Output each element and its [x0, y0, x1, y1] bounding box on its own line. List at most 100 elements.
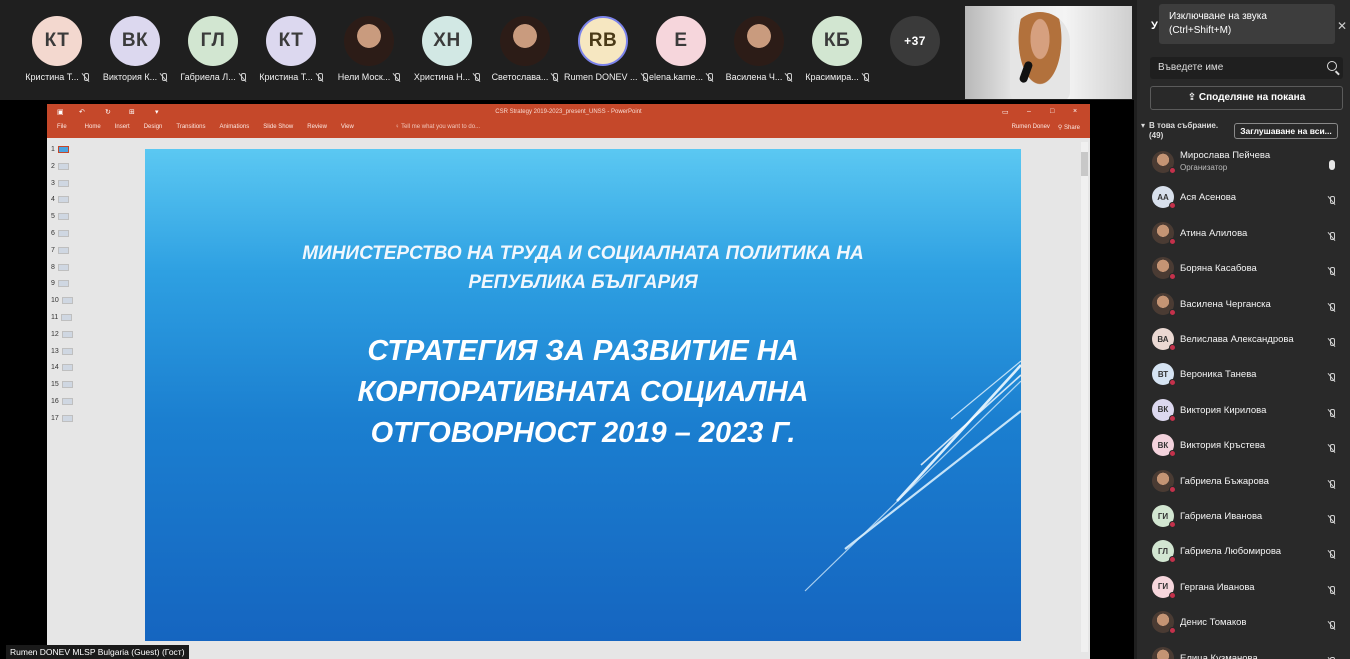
- mic-off-icon[interactable]: [1328, 231, 1335, 241]
- participant-row[interactable]: ВТ Вероника Танева: [1150, 358, 1343, 390]
- mic-off-icon[interactable]: [1328, 550, 1335, 559]
- mic-off-icon[interactable]: [1328, 267, 1335, 276]
- participant-tile[interactable]: КТ Кристина Т...: [18, 16, 96, 82]
- participant-tile[interactable]: RB Rumen DONEV ...: [564, 16, 651, 82]
- ribbon-tab[interactable]: File: [57, 124, 67, 130]
- ribbon-tab[interactable]: Slide Show: [263, 124, 293, 130]
- ribbon: ▣ ↶ ↻ ⊞ ▾ CSR Strategy 2019-2023_present…: [47, 104, 1090, 138]
- ribbon-tab[interactable]: Review: [307, 124, 327, 130]
- slide-thumbnail[interactable]: 3: [51, 179, 69, 187]
- mic-off-icon[interactable]: [1328, 302, 1335, 312]
- slide-thumbnail[interactable]: 9: [51, 280, 69, 288]
- slide-thumbnail[interactable]: 11: [51, 314, 73, 321]
- participant-row[interactable]: Денис Томаков: [1150, 606, 1343, 638]
- participant-search-input[interactable]: Въведете име: [1150, 57, 1343, 79]
- slide-thumbnail[interactable]: 10: [51, 297, 73, 305]
- participant-row[interactable]: ВК Виктория Кирилова: [1150, 394, 1343, 426]
- participant-tile[interactable]: КБ Красимира...: [798, 16, 876, 82]
- presenter-video[interactable]: [965, 6, 1132, 99]
- slide-thumbnail[interactable]: 8: [51, 263, 69, 271]
- account-name[interactable]: Rumen Donev: [1012, 124, 1050, 131]
- mic-off-icon[interactable]: [1328, 444, 1335, 453]
- mic-off-icon[interactable]: [1328, 585, 1335, 595]
- slide-thumbnail[interactable]: 4: [51, 196, 69, 204]
- maximize-icon[interactable]: □: [1050, 108, 1054, 115]
- vertical-scrollbar[interactable]: [1081, 142, 1088, 652]
- presence-badge: [1169, 167, 1176, 174]
- slide-thumbnail[interactable]: 14: [51, 364, 73, 372]
- ribbon-tab[interactable]: Animations: [220, 124, 250, 130]
- slide-number: 5: [51, 213, 55, 221]
- participant-strip: КТ Кристина Т... ВК Виктория К... ГЛ Габриела…: [0, 0, 960, 100]
- participant-name: Елица Кузманова: [1180, 652, 1258, 659]
- ribbon-tab[interactable]: View: [341, 124, 354, 130]
- ribbon-tab[interactable]: Insert: [115, 124, 130, 130]
- close-icon[interactable]: ×: [1073, 108, 1077, 115]
- avatar: [500, 16, 550, 66]
- share-invite-button[interactable]: ⇪ Споделяне на покана: [1150, 86, 1343, 110]
- mute-all-button[interactable]: Заглушаване на вси...: [1234, 123, 1338, 139]
- participant-row[interactable]: Габриела Бъжарова: [1150, 465, 1343, 497]
- slide-thumbnail[interactable]: 12: [51, 330, 73, 338]
- more-participants-tile[interactable]: +37: [876, 16, 954, 66]
- mic-off-icon[interactable]: [1328, 515, 1335, 524]
- participant-tile[interactable]: Светослава...: [486, 16, 564, 82]
- slide-thumbnail[interactable]: 7: [51, 246, 69, 254]
- mic-off-icon[interactable]: [1328, 196, 1335, 205]
- ribbon-display-icon[interactable]: ▭: [1002, 108, 1009, 116]
- participant-row[interactable]: ГЛ Габриела Любомирова: [1150, 535, 1343, 567]
- participant-tile[interactable]: ХН Христина Н...: [408, 16, 486, 82]
- slide-thumbnail[interactable]: 16: [51, 398, 73, 405]
- participant-row[interactable]: ГИ Гергана Иванова: [1150, 571, 1343, 603]
- slide-number: 12: [51, 330, 59, 338]
- tell-me-box[interactable]: ♀ Tell me what you want to do...: [395, 124, 480, 130]
- slide-thumbnail[interactable]: 1: [51, 146, 69, 153]
- mic-off-icon[interactable]: [1328, 408, 1335, 418]
- slide-thumbnail[interactable]: 5: [51, 213, 69, 221]
- slide-thumbnail[interactable]: 2: [51, 162, 69, 170]
- participant-row[interactable]: Елица Кузманова: [1150, 642, 1343, 659]
- participant-name: Нели Моск...: [337, 72, 391, 82]
- participant-row[interactable]: Атина Алилова: [1150, 217, 1343, 249]
- slide-thumbnail[interactable]: 13: [51, 347, 73, 355]
- participant-name: Денис Томаков: [1180, 617, 1247, 629]
- participant-tile[interactable]: ГЛ Габриела Л...: [174, 16, 252, 82]
- participant-name: Мирослава Пейчева: [1180, 150, 1271, 161]
- mic-on-icon[interactable]: [1329, 160, 1335, 170]
- participant-tile[interactable]: Еelena.kame...: [642, 16, 720, 82]
- mic-off-icon[interactable]: [1328, 338, 1335, 347]
- close-icon[interactable]: ✕: [1337, 19, 1347, 33]
- minimize-icon[interactable]: –: [1027, 108, 1031, 115]
- mic-off-icon[interactable]: [1328, 373, 1335, 382]
- mic-off-icon[interactable]: [1328, 621, 1335, 630]
- slide-thumbnail[interactable]: 6: [51, 230, 69, 237]
- slide-thumbnail[interactable]: 15: [51, 381, 73, 389]
- scrollbar-thumb[interactable]: [1081, 152, 1088, 176]
- participant-row[interactable]: АА Ася Асенова: [1150, 181, 1343, 213]
- participant-tile[interactable]: КТ Кристина Т...: [252, 16, 330, 82]
- participant-row[interactable]: Боряна Касабова: [1150, 252, 1343, 284]
- participant-name: Красимира...: [805, 72, 859, 82]
- thumbnail-preview: [57, 162, 69, 170]
- search-icon[interactable]: [1327, 61, 1337, 71]
- in-meeting-section-header[interactable]: ▾ В това събрание. (49): [1141, 121, 1218, 141]
- participant-tile[interactable]: ВК Виктория К...: [96, 16, 174, 82]
- document-title: CSR Strategy 2019-2023_present_UNSS - Po…: [495, 109, 642, 115]
- slide-thumbnail[interactable]: 17: [51, 414, 73, 422]
- slide-number: 9: [51, 280, 55, 288]
- participant-row[interactable]: Мирослава Пейчева Организатор: [1150, 146, 1343, 178]
- participant-row[interactable]: ГИ Габриела Иванова: [1150, 500, 1343, 532]
- participant-tile[interactable]: Нели Моск...: [330, 16, 408, 82]
- participant-row[interactable]: ВА Велислава Александрова: [1150, 323, 1343, 355]
- ribbon-tab[interactable]: Home: [85, 124, 101, 130]
- participant-name: Габриела Иванова: [1180, 511, 1263, 522]
- mic-off-icon[interactable]: [1328, 479, 1335, 489]
- participant-tile[interactable]: Василена Ч...: [720, 16, 798, 82]
- share-button[interactable]: ⚲ Share: [1058, 124, 1080, 131]
- thumbnail-preview: [57, 179, 69, 187]
- participant-row[interactable]: Василена Черганска: [1150, 288, 1343, 320]
- ribbon-tab[interactable]: Design: [144, 124, 163, 130]
- thumbnail-preview: [61, 414, 73, 422]
- ribbon-tab[interactable]: Transitions: [176, 124, 205, 130]
- participant-row[interactable]: ВК Виктория Кръстева: [1150, 429, 1343, 461]
